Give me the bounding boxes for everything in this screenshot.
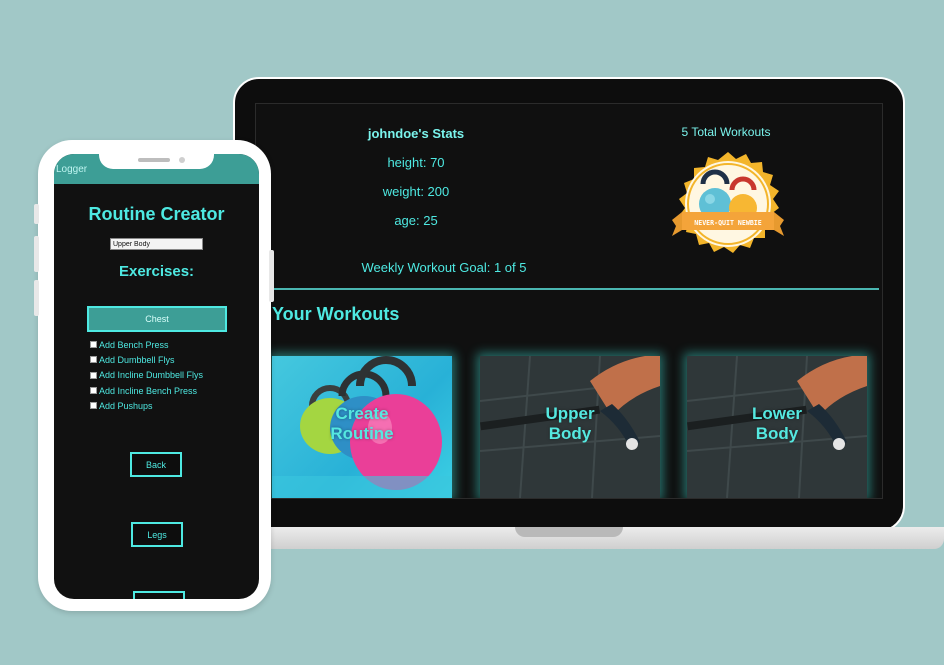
badge-text: NEVER-QUIT NEWBIE bbox=[694, 219, 762, 227]
app-header-label: Logger bbox=[56, 164, 88, 175]
section-divider bbox=[272, 288, 879, 290]
create-routine-card[interactable]: Create Routine bbox=[272, 356, 452, 498]
exercise-option[interactable]: Add Pushups bbox=[90, 398, 203, 413]
exercises-heading: Exercises: bbox=[118, 263, 195, 280]
card-label: Upper Body bbox=[545, 404, 595, 443]
exercise-checkbox[interactable] bbox=[90, 371, 97, 379]
phone-speaker bbox=[138, 158, 170, 162]
your-workouts-heading: Your Workouts bbox=[272, 304, 400, 324]
routine-name-input[interactable] bbox=[110, 238, 203, 250]
exercise-checkbox[interactable] bbox=[90, 387, 97, 395]
exercise-checkbox[interactable] bbox=[90, 341, 97, 349]
exercise-option[interactable]: Add Incline Dumbbell Flys bbox=[90, 368, 203, 383]
phone-notch bbox=[99, 143, 214, 169]
phone-side-button bbox=[34, 236, 39, 272]
stat-height: height: 70 bbox=[387, 155, 445, 170]
phone-camera bbox=[179, 157, 185, 163]
routine-creator-title: Routine Creator bbox=[88, 204, 225, 224]
upper-body-card[interactable]: Upper Body bbox=[480, 356, 660, 498]
laptop-notch bbox=[515, 527, 623, 537]
card-label: Lower Body bbox=[751, 404, 803, 443]
exercise-checkbox[interactable] bbox=[90, 356, 97, 364]
phone-screen: Logger Routine Creator Exercises: Chest … bbox=[54, 154, 259, 599]
stat-age: age: 25 bbox=[394, 213, 438, 228]
back-button[interactable]: Back bbox=[130, 452, 182, 477]
user-stats: johndoe's Stats height: 70 weight: 200 a… bbox=[316, 126, 527, 275]
stats-title: johndoe's Stats bbox=[367, 126, 465, 141]
phone-side-button bbox=[34, 280, 39, 316]
phone-side-button bbox=[269, 250, 274, 302]
exercise-checklist: Add Bench Press Add Dumbbell Flys Add In… bbox=[90, 337, 203, 413]
kettlebells-badge-icon: NEVER-QUIT NEWBIE bbox=[672, 152, 784, 253]
next-category-button[interactable] bbox=[133, 591, 185, 599]
chest-button[interactable]: Chest bbox=[87, 306, 227, 332]
exercise-option[interactable]: Add Bench Press bbox=[90, 337, 203, 352]
exercise-option[interactable]: Add Dumbbell Flys bbox=[90, 352, 203, 367]
stat-weekly-goal: Weekly Workout Goal: 1 of 5 bbox=[361, 260, 527, 275]
laptop-screen: johndoe's Stats height: 70 weight: 200 a… bbox=[255, 103, 883, 499]
lower-body-card[interactable]: Lower Body bbox=[687, 356, 867, 498]
exercise-option[interactable]: Add Incline Bench Press bbox=[90, 383, 203, 398]
phone-side-button bbox=[34, 204, 39, 224]
legs-button[interactable]: Legs bbox=[131, 522, 183, 547]
exercise-checkbox[interactable] bbox=[90, 402, 97, 410]
card-label: Create Routine bbox=[330, 404, 394, 443]
stat-weight: weight: 200 bbox=[382, 184, 450, 199]
total-workouts: 5 Total Workouts bbox=[681, 125, 771, 139]
